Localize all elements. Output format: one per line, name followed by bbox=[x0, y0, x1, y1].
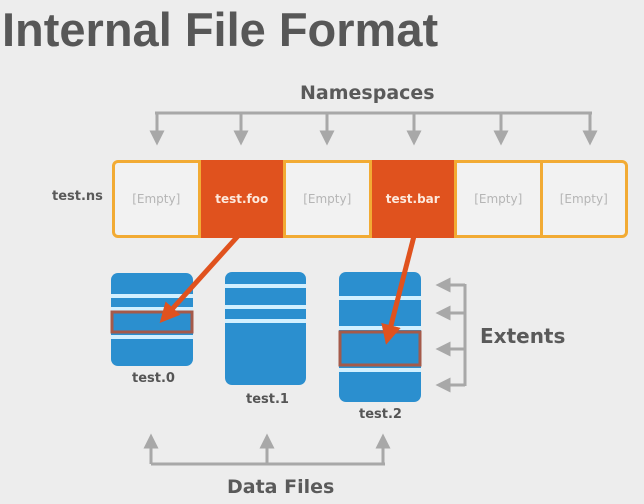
file-name-test1: test.1 bbox=[246, 392, 289, 407]
file-name-test2: test.2 bbox=[359, 407, 402, 422]
file-name-test0: test.0 bbox=[132, 371, 175, 386]
pointer-arrow-foo bbox=[159, 234, 240, 323]
pointer-arrow-bar bbox=[381, 235, 417, 345]
pointer-arrows bbox=[159, 234, 417, 345]
